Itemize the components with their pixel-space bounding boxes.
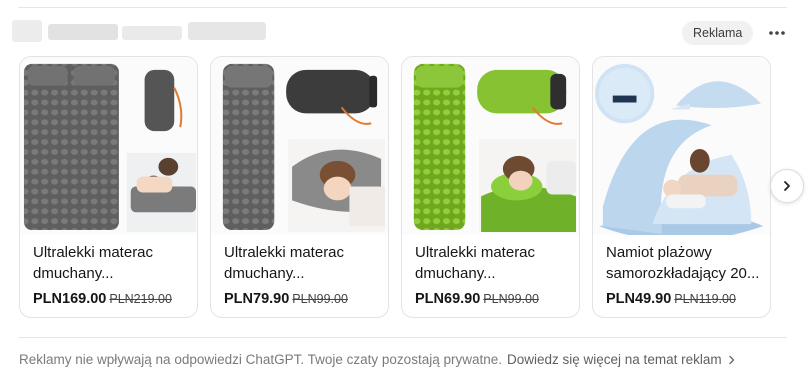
disclaimer-text: Reklamy nie wpływają na odpowiedzi ChatG… [19,352,502,367]
learn-more-link[interactable]: Dowiedz się więcej na temat reklam [507,352,722,367]
carousel-next-button[interactable] [770,169,804,203]
product-image-2 [211,57,388,235]
product-old-price-4: PLN119.00 [674,292,736,306]
product-image-3 [402,57,579,235]
more-options-button[interactable] [764,20,790,46]
product-title-3[interactable]: Ultralekki materac dmuchany... [415,242,573,285]
product-card-4[interactable]: Namiot plażowy samorozkładający 20... PL… [592,56,771,318]
product-old-price-3: PLN99.00 [483,292,539,306]
product-image-1 [20,57,197,235]
product-card-1[interactable]: Ultralekki materac dmuchany... PLN169.00… [19,56,198,318]
product-price-2: PLN79.90 [224,291,290,307]
product-price-1: PLN169.00 [33,291,107,307]
product-price-3: PLN69.90 [415,291,481,307]
product-image-4 [593,57,770,235]
product-price-4: PLN49.90 [606,291,672,307]
product-title-4[interactable]: Namiot plażowy samorozkładający 20... [606,242,764,285]
top-divider [18,7,787,8]
ellipsis-horizontal-icon [769,31,785,35]
product-old-price-2: PLN99.00 [292,292,348,306]
chevron-right-icon[interactable] [727,355,737,365]
footer-divider [18,337,787,338]
product-title-2[interactable]: Ultralekki materac dmuchany... [224,242,382,285]
product-card-2[interactable]: Ultralekki materac dmuchany... PLN79.90 … [210,56,389,318]
product-title-1[interactable]: Ultralekki materac dmuchany... [33,242,191,285]
chevron-right-icon [784,181,790,191]
ads-disclaimer: Reklamy nie wpływają na odpowiedzi ChatG… [19,352,737,367]
product-card-3[interactable]: Ultralekki materac dmuchany... PLN69.90 … [401,56,580,318]
product-old-price-1: PLN219.00 [109,292,172,306]
ad-badge: Reklama [682,21,754,45]
sponsor-name-blurred [12,16,266,46]
